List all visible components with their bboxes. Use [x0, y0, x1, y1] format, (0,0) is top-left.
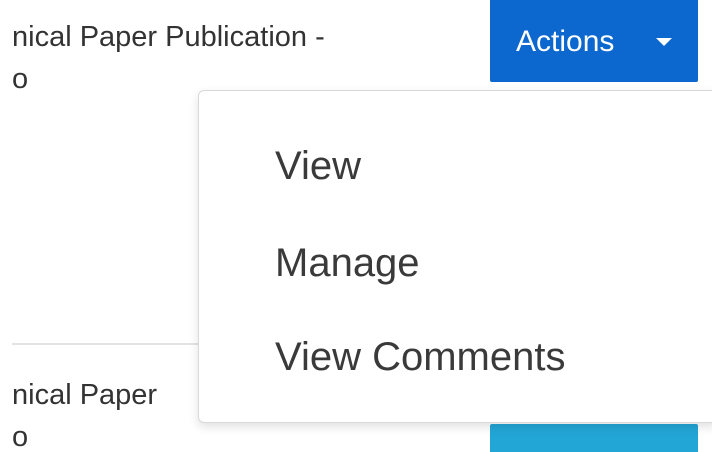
actions-button[interactable]: Actions	[490, 0, 698, 82]
actions-dropdown-menu: View Manage View Comments	[198, 90, 712, 423]
actions-button-label: Actions	[516, 25, 615, 58]
row-2-title: nical Paper	[12, 379, 158, 411]
screen: nical Paper Publication - o Actions nica…	[0, 0, 712, 452]
caret-down-icon	[656, 38, 672, 46]
menu-item-manage[interactable]: Manage	[275, 240, 420, 286]
menu-item-view[interactable]: View	[275, 143, 361, 189]
row-1-title: nical Paper Publication -	[12, 21, 325, 53]
row-2-subtitle: o	[12, 421, 29, 452]
row-2-actions-button[interactable]	[490, 424, 698, 452]
row-1-subtitle: o	[12, 63, 29, 95]
menu-item-view-comments[interactable]: View Comments	[275, 334, 565, 380]
